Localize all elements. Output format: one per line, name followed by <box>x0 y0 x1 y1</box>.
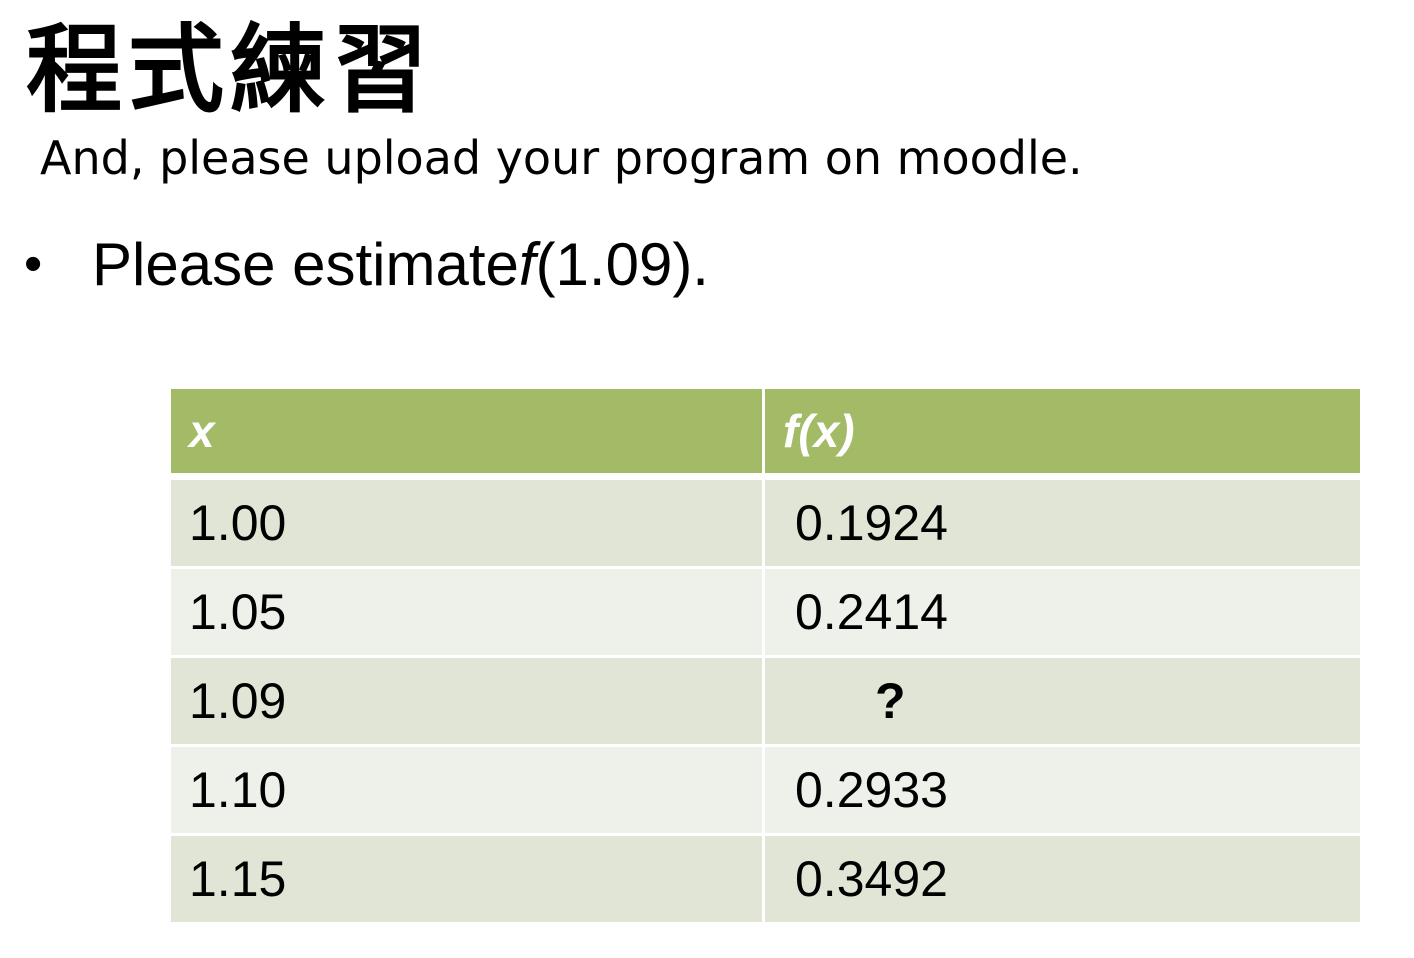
cell-fx-unknown: ? <box>765 658 1360 747</box>
cell-fx: 0.1924 <box>765 480 1360 569</box>
slide-subtitle: And, please upload your program on moodl… <box>40 131 1083 185</box>
table-row: 1.15 0.3492 <box>171 836 1360 925</box>
bullet-icon: • <box>24 235 43 293</box>
bullet-function-name: f <box>518 230 536 298</box>
bullet-text-before: Please estimate <box>92 230 519 298</box>
cell-x: 1.09 <box>171 658 765 747</box>
slide-title: 程式練習 <box>26 13 434 126</box>
table-row: 1.05 0.2414 <box>171 569 1360 658</box>
cell-fx: 0.3492 <box>765 836 1360 925</box>
header-x: x <box>171 389 765 480</box>
bullet-text-after: (1.09). <box>535 230 709 298</box>
cell-x: 1.05 <box>171 569 765 658</box>
cell-x: 1.15 <box>171 836 765 925</box>
cell-x: 1.10 <box>171 747 765 836</box>
table-row: 1.10 0.2933 <box>171 747 1360 836</box>
table-row: 1.09 ? <box>171 658 1360 747</box>
header-fx: f(x) <box>765 389 1360 480</box>
cell-fx: 0.2414 <box>765 569 1360 658</box>
bullet-item: • Please estimate f (1.09). <box>24 224 709 304</box>
data-table: x f(x) 1.00 0.1924 1.05 0.2414 1.09 ? 1.… <box>171 389 1360 925</box>
table-row: 1.00 0.1924 <box>171 480 1360 569</box>
cell-x: 1.00 <box>171 480 765 569</box>
cell-fx: 0.2933 <box>765 747 1360 836</box>
table-header-row: x f(x) <box>171 389 1360 480</box>
